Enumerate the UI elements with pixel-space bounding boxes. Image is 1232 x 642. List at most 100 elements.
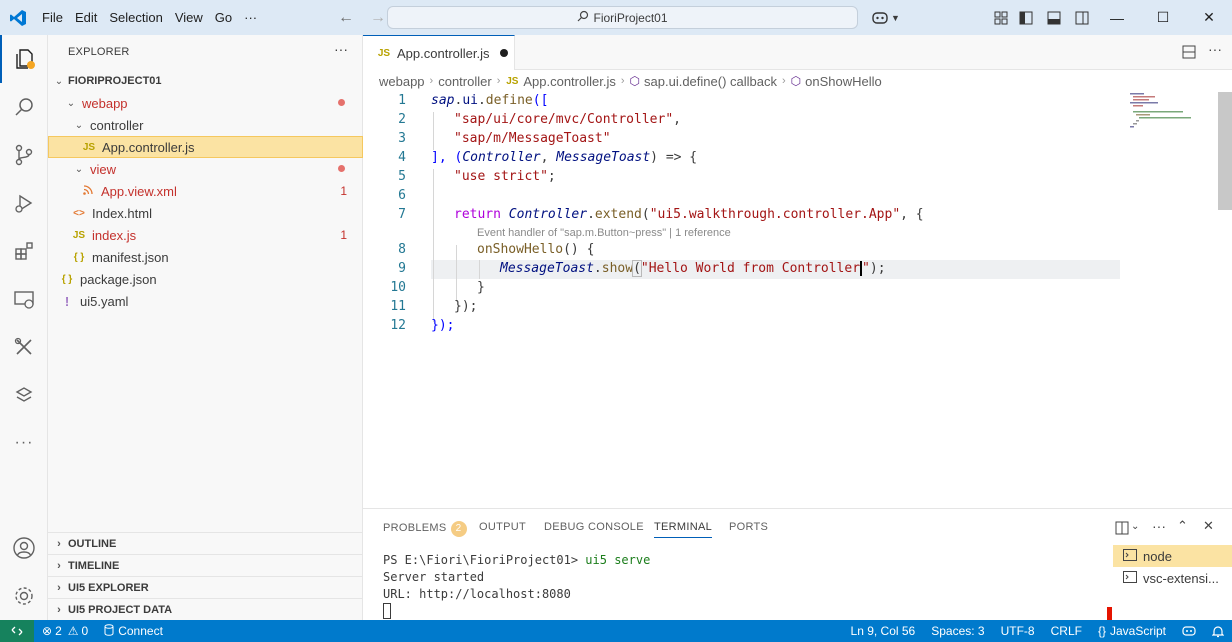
toggle-secondary-sidebar-icon[interactable] bbox=[1068, 0, 1096, 35]
tree-label: ui5.yaml bbox=[80, 293, 129, 309]
menu-go[interactable]: Go bbox=[209, 0, 238, 35]
sap-tools-icon[interactable] bbox=[0, 371, 48, 419]
problems-status[interactable]: ⊗ 2 ⚠ 0 bbox=[34, 620, 96, 642]
more-actions-icon[interactable]: ··· bbox=[1152, 518, 1166, 534]
copilot-icon[interactable]: ▼ bbox=[870, 10, 900, 26]
run-debug-icon[interactable] bbox=[0, 179, 48, 227]
cursor-position[interactable]: Ln 9, Col 56 bbox=[843, 620, 924, 642]
split-terminal-icon[interactable] bbox=[1115, 521, 1129, 538]
breadcrumb: webapp › controller › JS App.controller.… bbox=[363, 70, 1232, 92]
tools-icon[interactable] bbox=[0, 323, 48, 371]
terminal-item-label: vsc-extensi... bbox=[1143, 570, 1219, 586]
back-arrow-icon[interactable]: ← bbox=[338, 9, 354, 27]
breadcrumb-item[interactable]: webapp bbox=[379, 74, 425, 89]
menu-view[interactable]: View bbox=[169, 0, 209, 35]
symbol-method-icon: ⬡ bbox=[629, 74, 641, 88]
line-number: 2 bbox=[398, 112, 406, 127]
toggle-panel-icon[interactable] bbox=[1040, 0, 1068, 35]
code-line: MessageToast.show("Hello World from Cont… bbox=[500, 260, 886, 277]
line-number: 9 bbox=[398, 261, 406, 276]
tree-label: controller bbox=[90, 117, 144, 133]
terminal-item-extension[interactable]: vsc-extensi... bbox=[1113, 567, 1232, 589]
explorer-icon[interactable] bbox=[0, 35, 48, 83]
forward-arrow-icon[interactable]: → bbox=[370, 9, 386, 27]
close-button[interactable]: ✕ bbox=[1186, 0, 1232, 35]
tab-terminal[interactable]: TERMINAL bbox=[654, 521, 713, 538]
terminal-item-node[interactable]: node bbox=[1113, 545, 1232, 567]
indentation-status[interactable]: Spaces: 3 bbox=[923, 620, 992, 642]
section-ui5-project-data[interactable]: › UI5 PROJECT DATA bbox=[48, 598, 363, 620]
indent-guide bbox=[433, 112, 434, 150]
tree-folder-webapp[interactable]: ⌄ webapp bbox=[48, 92, 363, 114]
terminal-list: node vsc-extensi... bbox=[1113, 545, 1232, 589]
split-editor-icon[interactable] bbox=[1182, 45, 1196, 62]
section-timeline[interactable]: › TIMELINE bbox=[48, 554, 363, 576]
notifications-bell-icon[interactable] bbox=[1204, 620, 1232, 642]
menu-selection[interactable]: Selection bbox=[103, 0, 168, 35]
editor-scrollbar[interactable] bbox=[1218, 92, 1232, 210]
maximize-button[interactable]: ☐ bbox=[1140, 0, 1186, 35]
tree-folder-view[interactable]: ⌄ view bbox=[48, 158, 363, 180]
minimap[interactable] bbox=[1128, 92, 1218, 152]
extensions-icon[interactable] bbox=[0, 227, 48, 275]
terminal-scroll-marker bbox=[1107, 607, 1112, 621]
codelens-references[interactable]: Event handler of "sap.m.Button~press" | … bbox=[477, 227, 731, 239]
breadcrumb-item[interactable]: sap.ui.define() callback bbox=[644, 74, 777, 89]
token: onShowHello bbox=[477, 242, 564, 257]
language-mode[interactable]: {} JavaScript bbox=[1090, 620, 1174, 642]
tree-file-manifest[interactable]: { } manifest.json bbox=[48, 246, 363, 268]
search-icon[interactable] bbox=[0, 83, 48, 131]
tree-file-app-view[interactable]: App.view.xml 1 bbox=[48, 180, 363, 202]
chevron-down-icon[interactable]: ⌄ bbox=[1131, 521, 1139, 532]
remote-indicator-icon[interactable] bbox=[0, 620, 34, 642]
tab-debug-console[interactable]: DEBUG CONSOLE bbox=[544, 521, 644, 533]
maximize-panel-icon[interactable]: ⌃ bbox=[1177, 518, 1188, 534]
toggle-primary-sidebar-icon[interactable] bbox=[1012, 0, 1040, 35]
close-panel-icon[interactable]: ✕ bbox=[1203, 518, 1214, 534]
code-editor[interactable]: 1 2 3 4 5 6 7 8 9 10 11 12 sap.ui.define… bbox=[363, 92, 1232, 508]
explorer-more-actions[interactable]: ··· bbox=[334, 41, 348, 57]
minimize-button[interactable]: — bbox=[1094, 0, 1140, 35]
token: ); bbox=[869, 261, 886, 276]
breadcrumb-item[interactable]: onShowHello bbox=[805, 74, 882, 89]
tab-ports[interactable]: PORTS bbox=[729, 521, 768, 533]
settings-gear-icon[interactable] bbox=[0, 572, 48, 620]
section-ui5-explorer[interactable]: › UI5 EXPLORER bbox=[48, 576, 363, 598]
unsaved-dot-icon[interactable] bbox=[499, 49, 508, 57]
tree-file-index-html[interactable]: <> Index.html bbox=[48, 202, 363, 224]
section-outline[interactable]: › OUTLINE bbox=[48, 532, 363, 554]
tree-file-ui5-yaml[interactable]: ! ui5.yaml bbox=[48, 290, 363, 312]
tab-output[interactable]: OUTPUT bbox=[479, 521, 526, 533]
tab-app-controller[interactable]: JS App.controller.js bbox=[363, 35, 515, 70]
account-icon[interactable] bbox=[0, 524, 48, 572]
tree-file-index-js[interactable]: JS index.js 1 bbox=[48, 224, 363, 246]
line-number: 12 bbox=[390, 318, 406, 333]
connect-label: Connect bbox=[118, 624, 163, 638]
encoding-status[interactable]: UTF-8 bbox=[993, 620, 1043, 642]
eol-status[interactable]: CRLF bbox=[1043, 620, 1090, 642]
connect-status[interactable]: Connect bbox=[96, 620, 171, 642]
menu-edit[interactable]: Edit bbox=[69, 0, 103, 35]
token: "ui5.walkthrough.controller.App" bbox=[649, 207, 901, 222]
tree-folder-controller[interactable]: ⌄ controller bbox=[48, 114, 363, 136]
token: return bbox=[454, 207, 501, 222]
section-label: OUTLINE bbox=[68, 537, 117, 550]
menu-file[interactable]: File bbox=[36, 0, 69, 35]
customize-layout-icon[interactable] bbox=[990, 0, 1012, 35]
workspace-root[interactable]: ⌄ FIORIPROJECT01 bbox=[48, 70, 363, 92]
copilot-status-icon[interactable] bbox=[1174, 620, 1204, 642]
braces-icon: {} bbox=[1097, 624, 1106, 638]
more-actions-icon[interactable]: ··· bbox=[1208, 41, 1222, 57]
tab-problems[interactable]: PROBLEMS 2 bbox=[383, 521, 467, 537]
menu-more[interactable]: ··· bbox=[238, 0, 263, 35]
command-center-search[interactable]: FioriProject01 bbox=[387, 6, 858, 29]
token: ( bbox=[641, 207, 650, 222]
token: " bbox=[862, 261, 870, 276]
more-views-icon[interactable]: ··· bbox=[0, 419, 48, 467]
remote-explorer-icon[interactable] bbox=[0, 275, 48, 323]
breadcrumb-item[interactable]: App.controller.js bbox=[523, 74, 616, 89]
tree-file-package[interactable]: { } package.json bbox=[48, 268, 363, 290]
tree-file-app-controller[interactable]: JS App.controller.js bbox=[48, 136, 363, 158]
source-control-icon[interactable] bbox=[0, 131, 48, 179]
breadcrumb-item[interactable]: controller bbox=[438, 74, 491, 89]
